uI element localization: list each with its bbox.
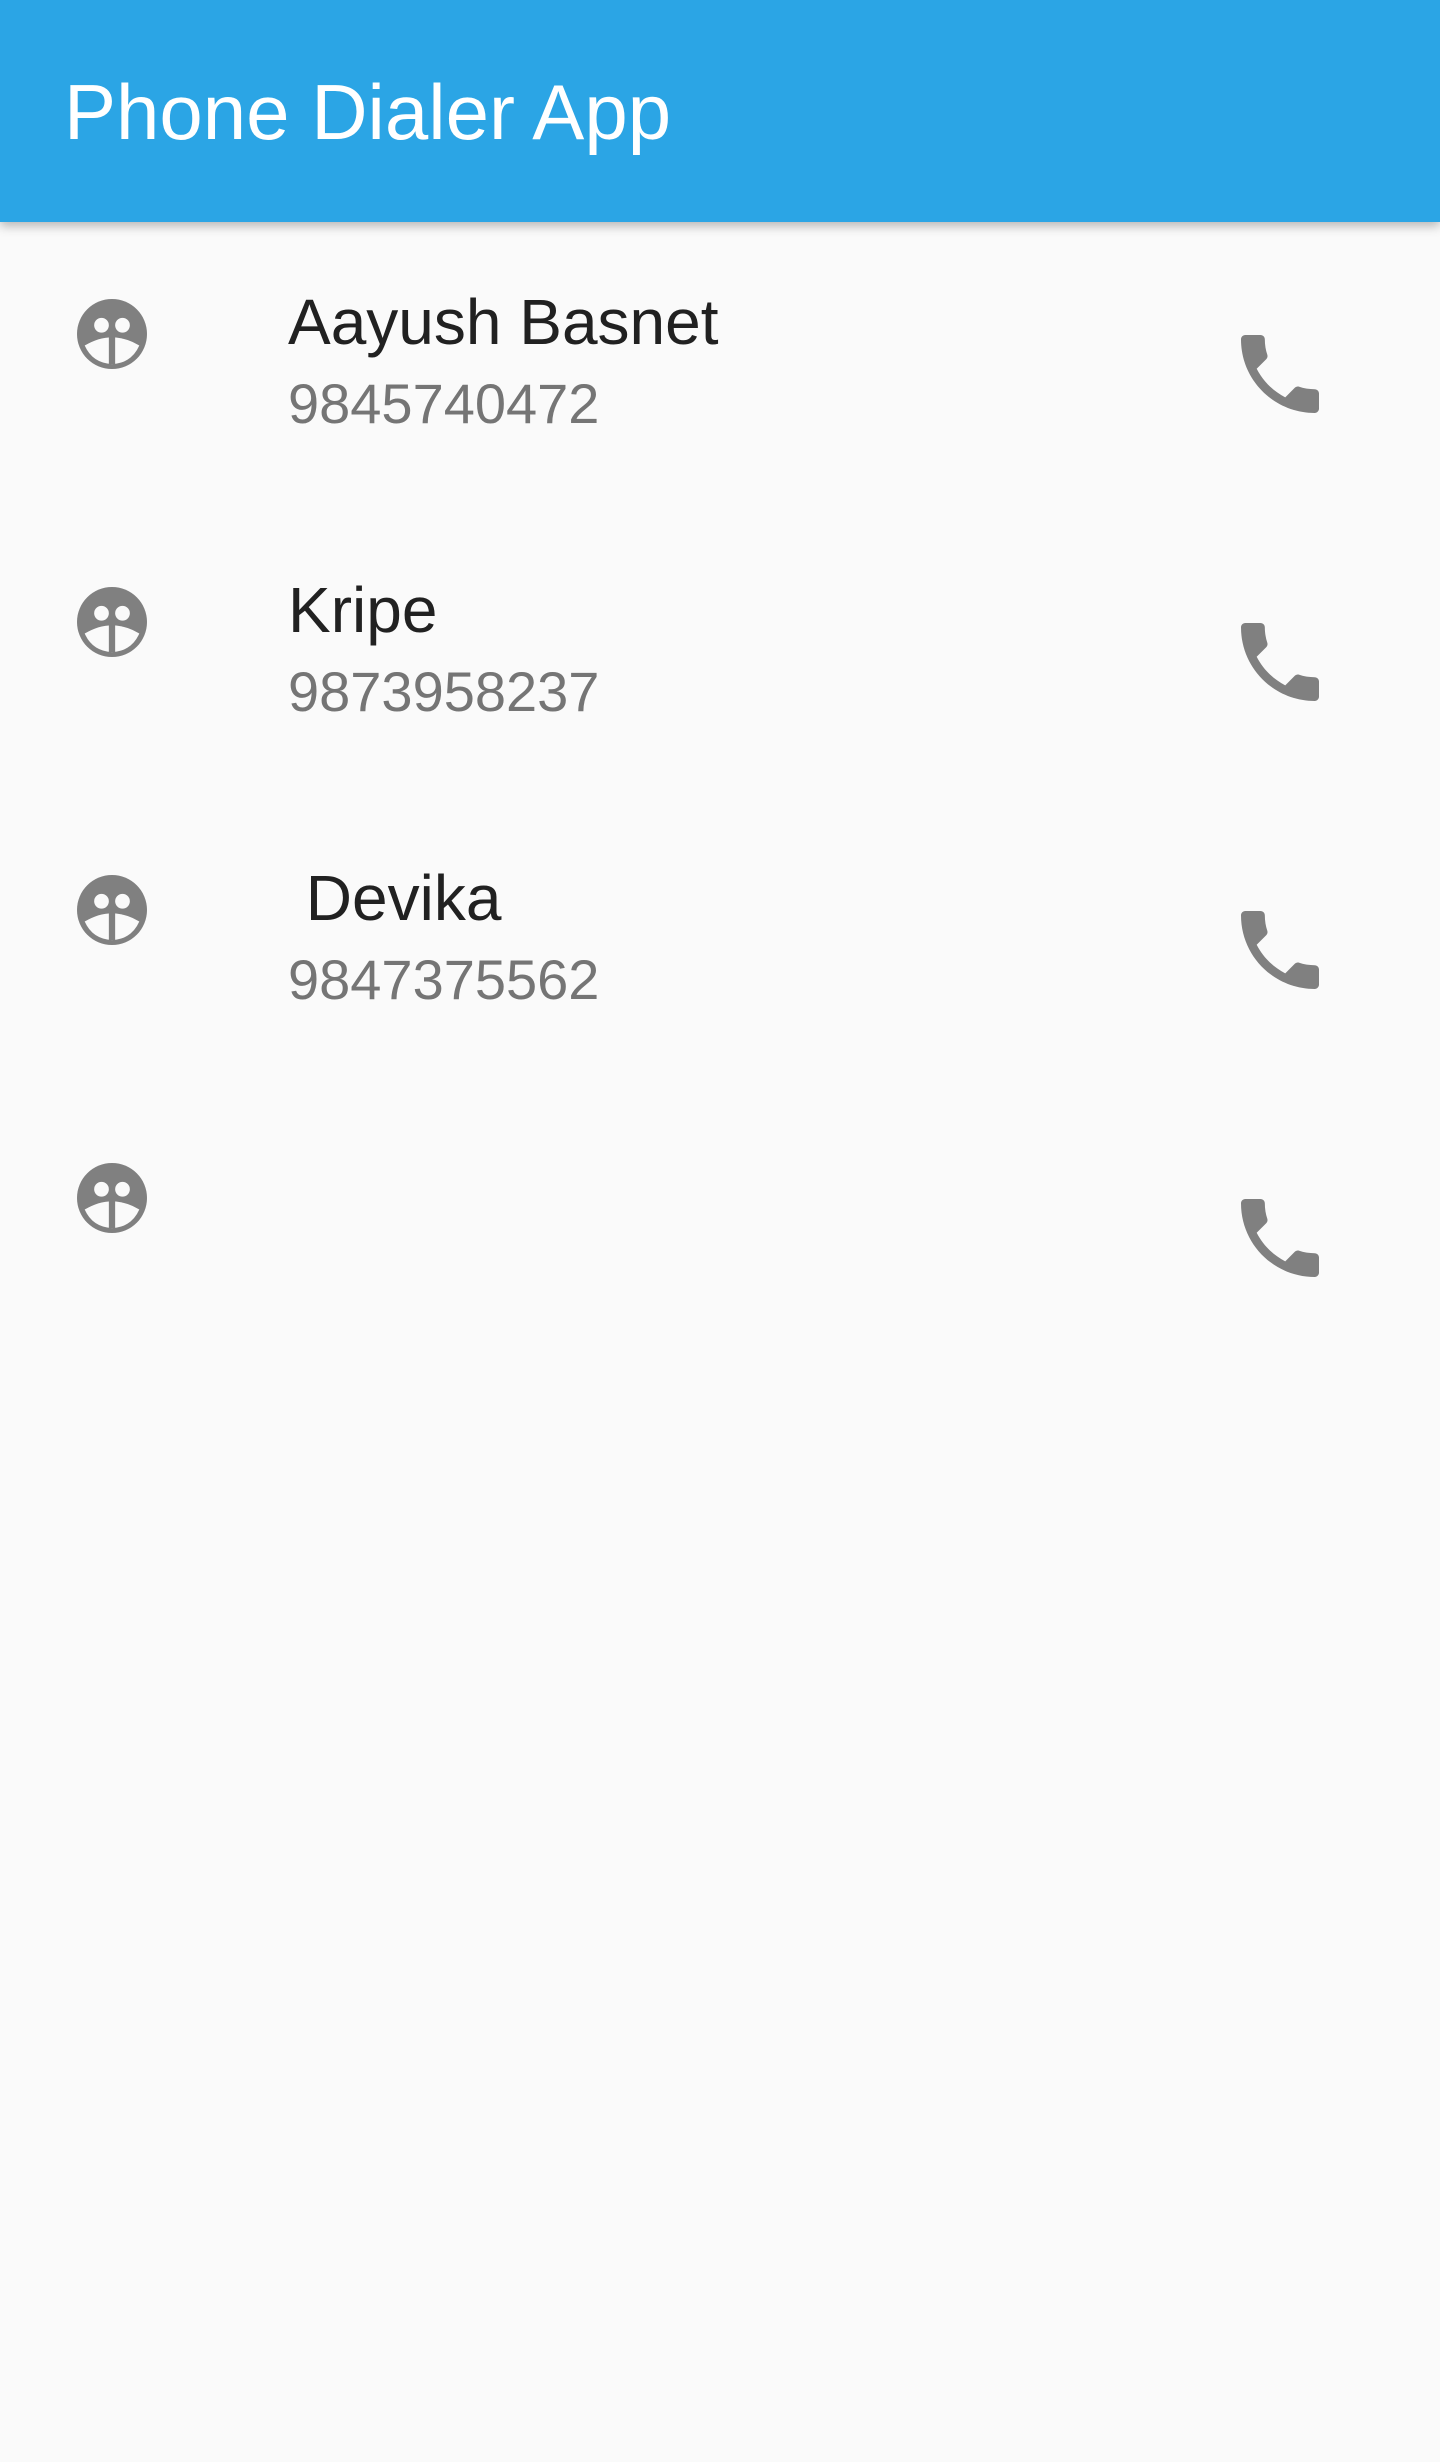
phone-icon [1241, 335, 1319, 413]
face-icon [70, 868, 154, 952]
call-button[interactable] [1228, 322, 1332, 426]
face-icon [70, 580, 154, 664]
call-button[interactable] [1228, 610, 1332, 714]
face-icon [70, 292, 154, 376]
app-bar: Phone Dialer App [0, 0, 1440, 222]
contact-name: Devika [288, 862, 502, 934]
call-button[interactable] [1228, 1186, 1332, 1290]
contact-name: Aayush Basnet [288, 286, 719, 358]
face-icon [70, 1156, 154, 1240]
contact-list-item[interactable]: Aayush Basnet 9845740472 [0, 222, 1440, 510]
contact-list-item[interactable] [0, 1086, 1440, 1374]
contact-list-item[interactable]: Devika 9847375562 [0, 798, 1440, 1086]
contact-list-item[interactable]: Kripe 9873958237 [0, 510, 1440, 798]
phone-icon [1241, 623, 1319, 701]
call-button[interactable] [1228, 898, 1332, 1002]
contact-number: 9873958237 [288, 660, 600, 723]
phone-icon [1241, 911, 1319, 989]
app-title: Phone Dialer App [64, 68, 672, 156]
contact-number: 9847375562 [288, 948, 600, 1011]
contact-list: Aayush Basnet 9845740472 Kripe 987395823… [0, 222, 1440, 1374]
contact-name: Kripe [288, 574, 438, 646]
phone-icon [1241, 1199, 1319, 1277]
contact-number: 9845740472 [288, 372, 600, 435]
